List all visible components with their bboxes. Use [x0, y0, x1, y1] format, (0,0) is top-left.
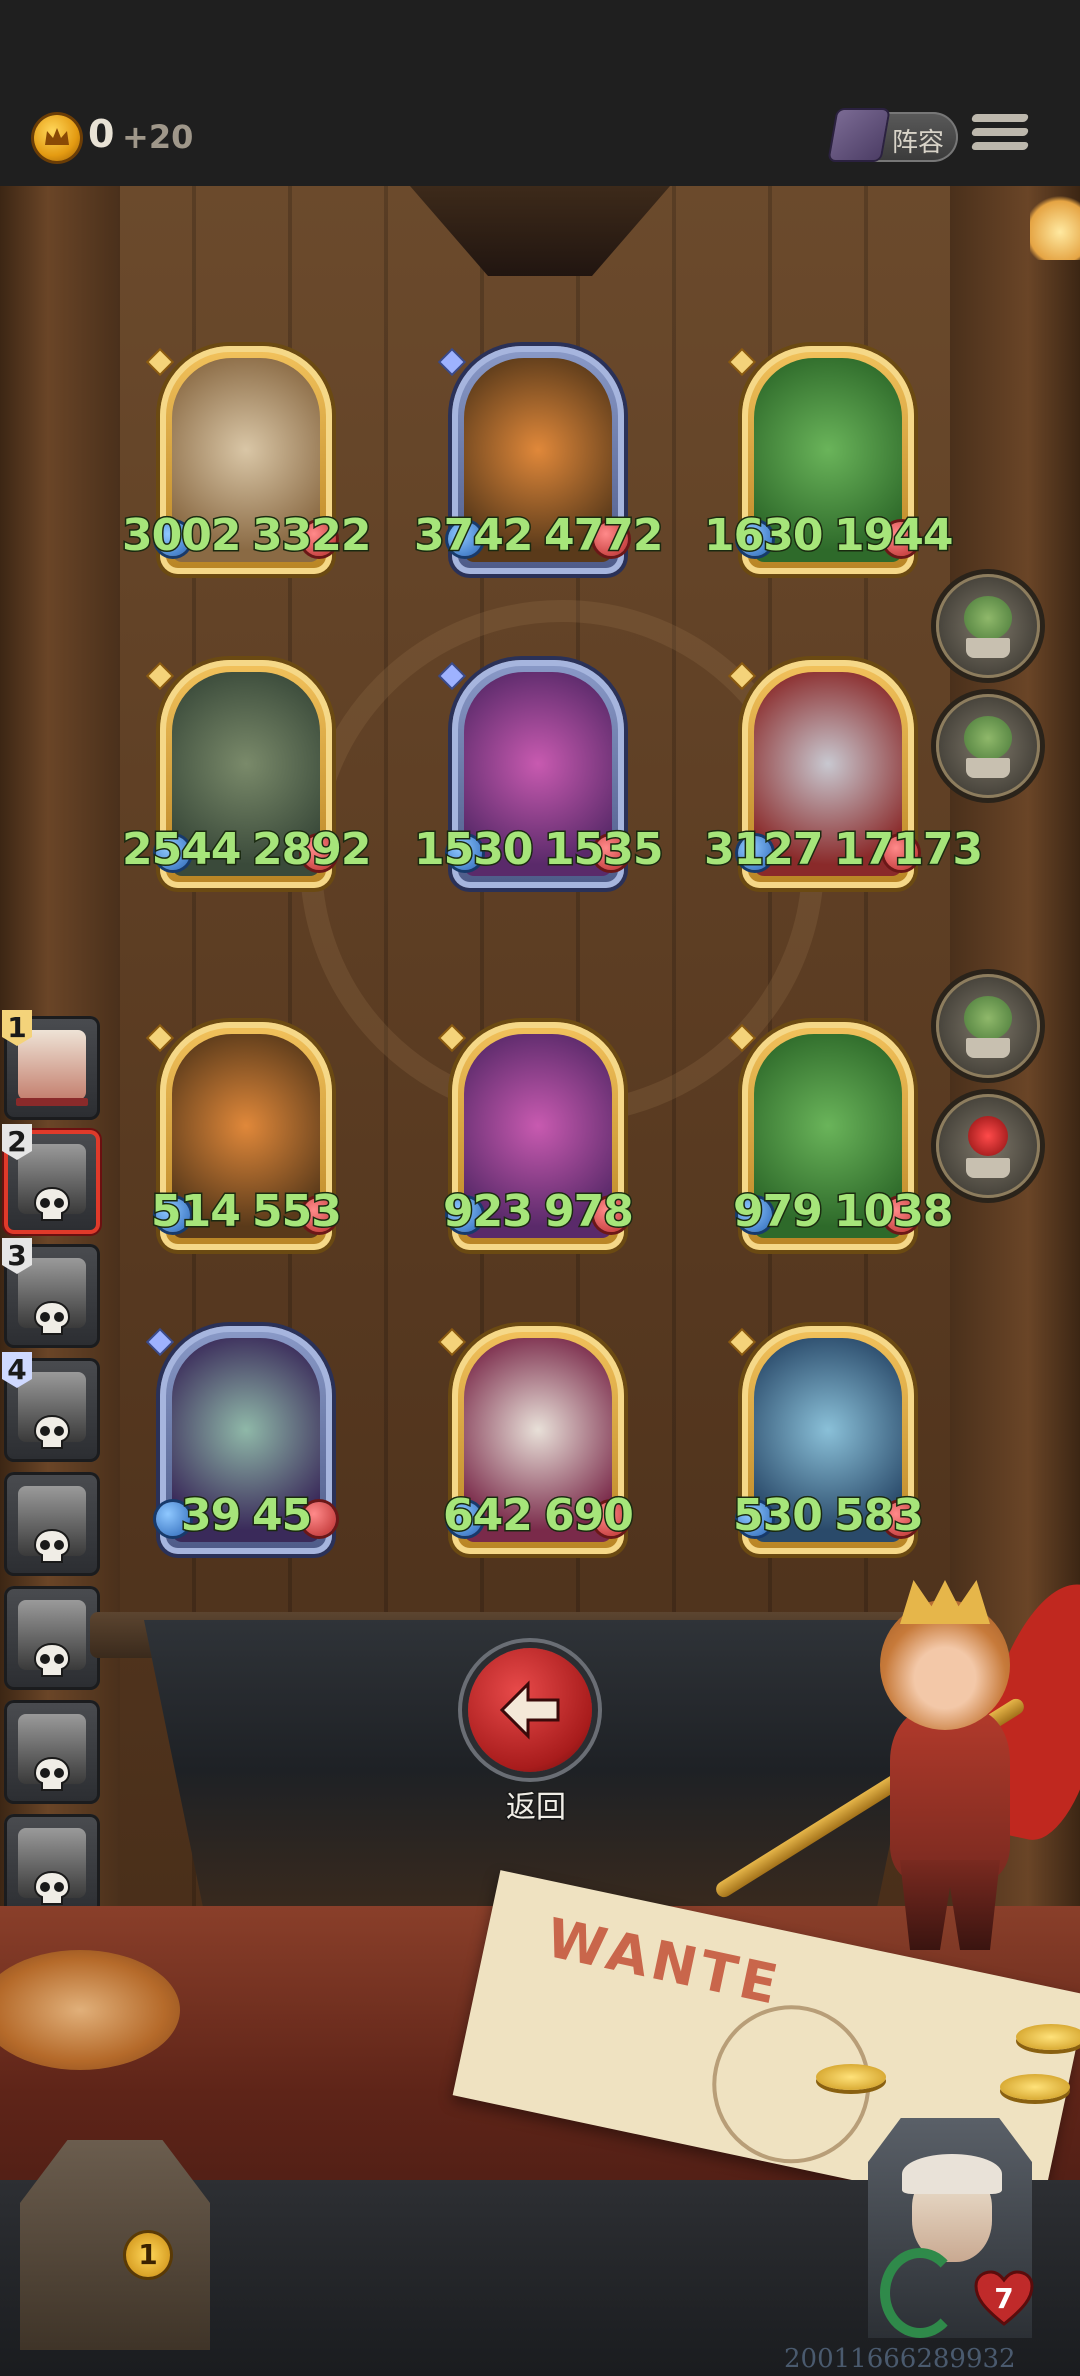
watermark-id: 20011666289932 [784, 2344, 1016, 2374]
attack-value: 1530 [412, 823, 534, 877]
coin-count: 0 [88, 112, 115, 156]
back-button[interactable] [468, 1648, 592, 1772]
health-value: 978 [543, 1185, 636, 1239]
team-slot[interactable] [4, 1472, 100, 1576]
health-value: 4772 [542, 509, 664, 563]
crown-coin-icon [34, 115, 80, 161]
attack-value: 979 [732, 1185, 825, 1239]
attack-value: 3127 [702, 823, 824, 877]
attack-value: 3002 [120, 509, 242, 563]
skull-icon [32, 1756, 72, 1796]
attack-value: 39 [179, 1489, 242, 1543]
bonsai-item-icon[interactable] [936, 694, 1040, 798]
team-slot[interactable]: 2 [2, 1124, 100, 1234]
rose-item-icon[interactable] [936, 1094, 1040, 1198]
health-bar [16, 1098, 88, 1106]
back-label[interactable]: 返回 [496, 1782, 576, 1827]
chest-icon[interactable] [20, 2140, 210, 2350]
health-value: 690 [543, 1489, 636, 1543]
health-value: 553 [251, 1185, 344, 1239]
skull-icon [32, 1870, 72, 1910]
skull-icon [32, 1642, 72, 1682]
gold-coin-icon [1016, 2024, 1080, 2050]
team-slot[interactable]: 4 [2, 1352, 100, 1462]
skull-icon [32, 1300, 72, 1340]
health-value: 45 [250, 1489, 313, 1543]
health-value: 17173 [832, 823, 984, 877]
team-slot[interactable] [4, 1814, 100, 1918]
wall-lamp [1030, 190, 1080, 260]
chest-count-badge: 1 [126, 2233, 170, 2277]
attack-value: 642 [442, 1489, 535, 1543]
health-value: 1535 [542, 823, 664, 877]
bonsai-item-icon[interactable] [936, 974, 1040, 1078]
attack-value: 2544 [120, 823, 242, 877]
menu-icon[interactable] [970, 110, 1030, 160]
heart-icon: 7 [974, 2270, 1034, 2330]
bonsai-item-icon[interactable] [936, 574, 1040, 678]
attack-value: 530 [732, 1489, 825, 1543]
poster-text: WANTE [541, 1906, 787, 2018]
lineup-label: 阵容 [892, 128, 945, 158]
health-value: 3322 [250, 509, 372, 563]
health-value: 1038 [832, 1185, 954, 1239]
lineup-button[interactable]: 阵容 [829, 110, 958, 162]
gold-coin-icon [1000, 2074, 1070, 2100]
skull-icon [32, 1414, 72, 1454]
skull-icon [32, 1528, 72, 1568]
monkey-king-character [713, 1560, 1080, 1960]
health-value: 1944 [832, 509, 954, 563]
health-value: 583 [833, 1489, 926, 1543]
attack-value: 514 [150, 1185, 243, 1239]
enemy-portrait [18, 1030, 86, 1100]
gold-coin-icon [816, 2064, 886, 2090]
hero-lives: 7 [994, 2282, 1014, 2315]
team-slot[interactable] [4, 1586, 100, 1690]
arrow-left-icon [499, 1680, 560, 1740]
skull-icon [32, 1186, 72, 1226]
team-slot[interactable]: 1 [2, 1010, 100, 1120]
book-icon [829, 110, 889, 160]
coin-bonus: +20 [122, 118, 194, 156]
attack-value: 923 [442, 1185, 535, 1239]
team-slot[interactable] [4, 1700, 100, 1804]
attack-value: 3742 [412, 509, 534, 563]
health-value: 2892 [250, 823, 372, 877]
attack-value: 1630 [702, 509, 824, 563]
team-slot[interactable]: 3 [2, 1238, 100, 1348]
